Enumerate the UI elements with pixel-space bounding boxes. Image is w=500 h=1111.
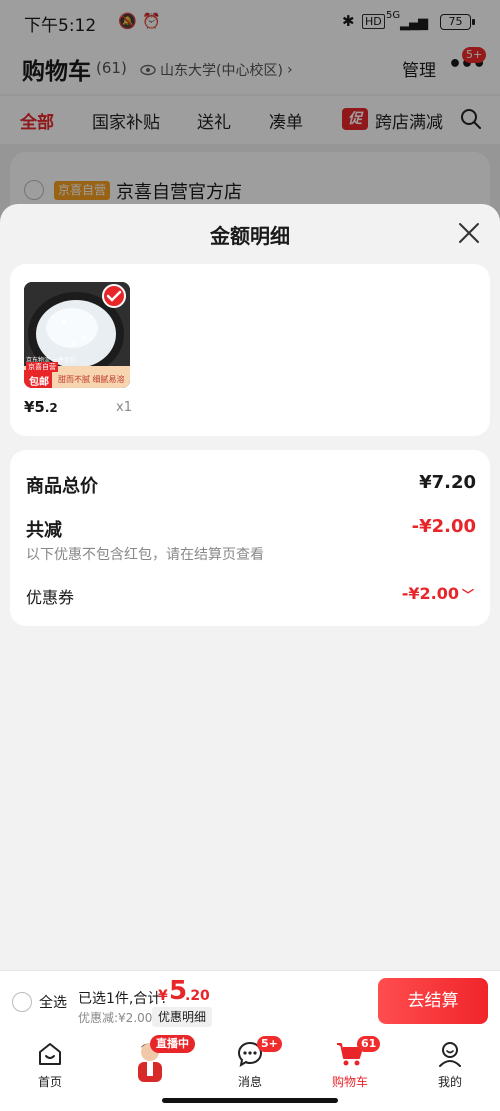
cart-badge: 61 (357, 1036, 381, 1052)
messages-badge: 5+ (257, 1036, 282, 1052)
discount-detail-button[interactable]: 优惠明细 (152, 1007, 213, 1027)
amount-summary-card: 商品总价 ¥7.20 共减 -¥2.00 以下优惠不包含红包，请在结算页查看 优… (10, 450, 490, 626)
checkout-bar: 全选 已选1件,合计: ¥ 5 .20 优惠减:¥2.00 优惠明细 去结算 (0, 970, 500, 1032)
nav-home-label: 首页 (37, 1075, 62, 1089)
home-indicator[interactable] (162, 1098, 338, 1103)
total-price-value: ¥7.20 (419, 472, 476, 493)
product-card: 京东物流 一件也包 京喜自营 包邮 甜而不腻 细腻易溶 ¥5.2 x1 (10, 264, 490, 436)
sheet-title: 金额明细 (210, 224, 290, 248)
nav-messages-label: 消息 (237, 1075, 262, 1089)
product-image[interactable]: 京东物流 一件也包 京喜自营 包邮 甜而不腻 细腻易溶 (24, 282, 130, 388)
select-all-label[interactable]: 全选 (39, 992, 67, 1012)
nav-cart[interactable]: 购物车 61 (315, 1036, 385, 1090)
discount-note: 以下优惠不包含红包，请在结算页查看 (26, 547, 264, 563)
close-icon[interactable] (456, 220, 482, 246)
profile-icon (439, 1042, 461, 1067)
product-price: ¥5.2 (24, 398, 58, 416)
checkout-button[interactable]: 去结算 (378, 978, 488, 1024)
amount-detail-sheet: 金额明细 京东物流 一件也包 京喜自营 包邮 甜而不腻 细腻易溶 ¥5.2 x1… (0, 204, 500, 970)
select-all-checkbox[interactable] (12, 992, 32, 1012)
image-brand-label: 京喜自营 (26, 362, 58, 372)
nav-cart-label: 购物车 (331, 1075, 368, 1089)
total-amount-decimal: .20 (185, 988, 210, 1004)
live-badge: 直播中 (150, 1035, 195, 1053)
nav-mine-label: 我的 (437, 1075, 462, 1089)
total-reduction-value: -¥2.00 (411, 516, 476, 537)
total-reduction-label: 共减 (26, 520, 62, 541)
image-slogan: 甜而不腻 细腻易溶 (58, 375, 125, 384)
home-icon (39, 1043, 61, 1065)
nav-mine[interactable]: 我的 (415, 1038, 485, 1090)
image-free-shipping-label: 包邮 (29, 377, 49, 388)
coupon-label: 优惠券 (26, 588, 75, 607)
total-currency: ¥ (158, 988, 168, 1004)
selected-summary: 已选1件,合计: (78, 991, 167, 1007)
discount-summary: 优惠减:¥2.00 (78, 1011, 153, 1025)
product-quantity: x1 (116, 400, 132, 415)
chevron-down-icon: ﹀ (461, 588, 474, 602)
coupon-value[interactable]: -¥2.00 ﹀ (402, 584, 474, 603)
nav-home[interactable]: 首页 (15, 1038, 85, 1090)
total-price-label: 商品总价 (26, 476, 98, 497)
nav-messages[interactable]: 消息 5+ (215, 1036, 285, 1090)
